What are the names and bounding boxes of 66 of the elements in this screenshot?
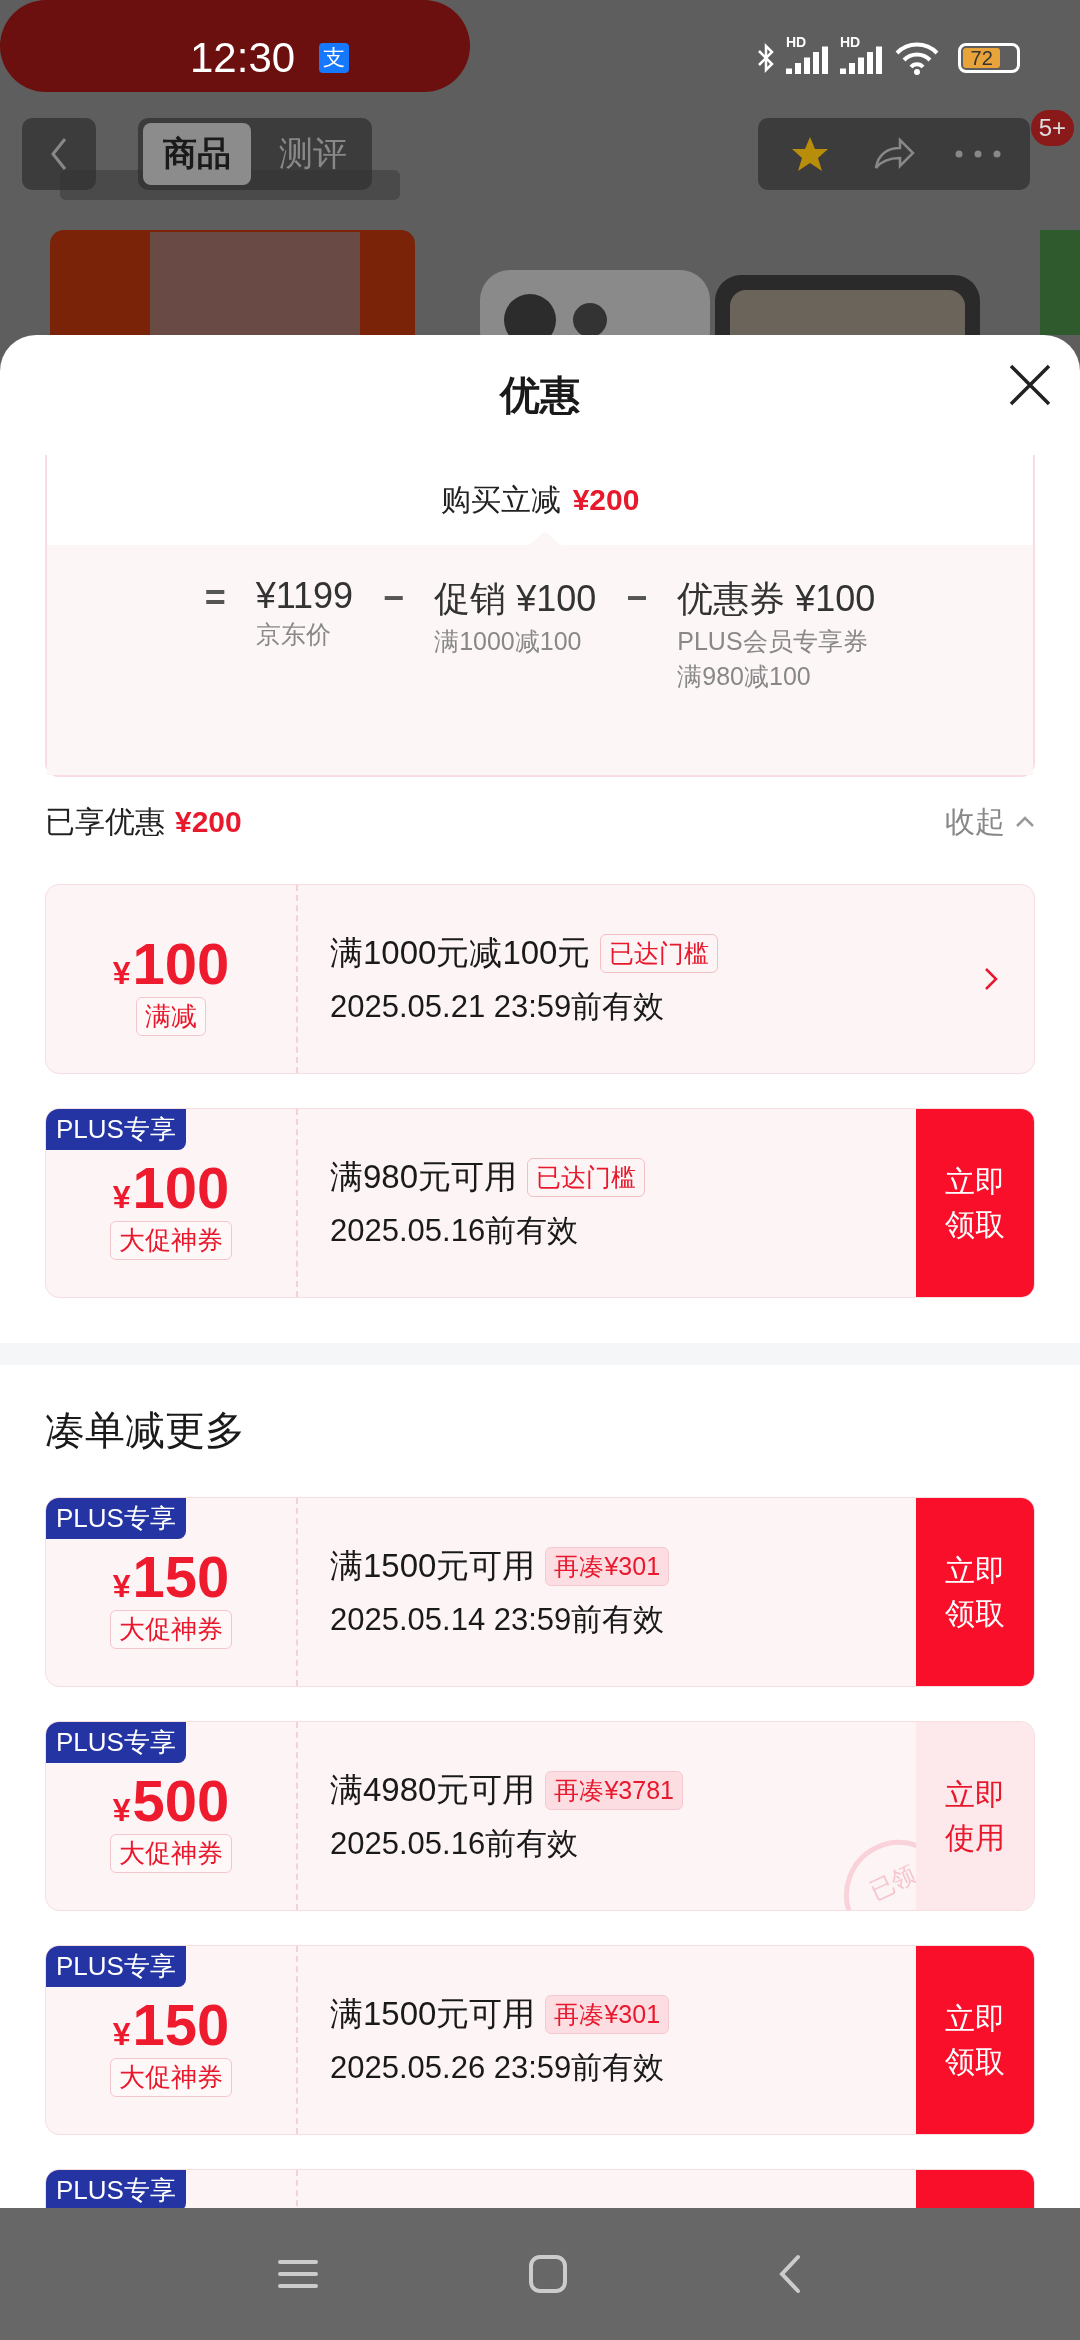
claim-button[interactable]: 立即领取 [916, 1498, 1034, 1686]
claim-button[interactable]: 立即领取 [916, 1109, 1034, 1297]
plus-tag: PLUS专享 [46, 1722, 186, 1763]
claim-button[interactable]: 立即领取 [916, 1946, 1034, 2134]
coupon-amount: ¥100 [112, 934, 230, 993]
price-note: 满1000减100 [434, 626, 583, 657]
operator: = [204, 576, 226, 619]
coupon-validity: 2025.05.14 23:59前有效 [330, 1600, 666, 1639]
price-note: PLUS会员专享券 [677, 626, 869, 657]
coupon-type: 大促神券 [110, 1609, 232, 1649]
coupon-validity: 2025.05.21 23:59前有效 [330, 987, 666, 1026]
wifi-icon [894, 41, 940, 75]
coupon-amount: ¥150 [112, 1995, 230, 2054]
coupon-validity: 2025.05.26 23:59前有效 [330, 2048, 666, 2087]
enjoyed-amount: ¥200 [175, 805, 242, 839]
coupon-amount: ¥150 [112, 1547, 230, 1606]
price-value: ¥1199 [255, 575, 354, 617]
plus-tag: PLUS专享 [46, 1946, 186, 1987]
back-icon[interactable] [778, 2254, 802, 2294]
enjoyed-label: 已享优惠 [45, 803, 165, 840]
close-icon[interactable] [1008, 363, 1052, 407]
coupon-amount: ¥100 [112, 1158, 230, 1217]
chevron-icon [1015, 816, 1035, 828]
coupon-amount: ¥500 [112, 1771, 230, 1830]
coupon-condition: 满980元可用 [330, 1156, 518, 1197]
chevron-icon[interactable] [984, 967, 998, 991]
operator: − [626, 576, 648, 619]
summary-amount: ¥200 [572, 483, 640, 517]
price-note: 满980减100 [677, 661, 812, 692]
status-time: 12:30 [190, 34, 296, 82]
chevron-icon [49, 136, 69, 172]
coupon-validity: 2025.05.16前有效 [330, 1824, 580, 1863]
app-notification-icon: 支 [319, 43, 350, 73]
coupon-type: 大促神券 [110, 1833, 232, 1873]
operator: − [383, 576, 405, 619]
plus-tag: PLUS专享 [46, 1109, 186, 1150]
collapse-toggle[interactable]: 收起 [945, 801, 1035, 843]
back-button[interactable] [22, 118, 96, 190]
tab[interactable]: 商品 [143, 123, 251, 185]
coupon-condition: 满1500元可用 [330, 1993, 536, 2034]
use-button[interactable]: 立即使用 [916, 1722, 1034, 1910]
bluetooth-icon [756, 42, 776, 74]
coupon-status: 再凑¥301 [545, 1994, 670, 2034]
coupon-condition: 满4980元可用 [330, 1769, 536, 1810]
price-value: 优惠券 ¥100 [677, 577, 876, 621]
coupon-validity: 2025.05.16前有效 [330, 1211, 580, 1250]
coupon-status: 已达门槛 [527, 1157, 646, 1197]
coupon-condition: 满1500元可用 [330, 1545, 536, 1586]
coupon-condition: 满1000元减100元 [330, 932, 591, 973]
coupon-type: 大促神券 [110, 1220, 232, 1260]
menu-icon[interactable] [278, 2259, 318, 2289]
plus-tag: PLUS专享 [46, 2170, 186, 2208]
coupon-type: 大促神券 [110, 2057, 232, 2097]
coupon-status: 再凑¥301 [545, 1546, 670, 1586]
tab[interactable]: 测评 [259, 123, 367, 185]
battery-icon: 72 [958, 43, 1020, 73]
price-note: 京东价 [255, 619, 332, 650]
summary-label: 购买立减 [440, 481, 561, 518]
price-value: 促销 ¥100 [434, 577, 597, 621]
coupon-type: 满减 [136, 996, 206, 1036]
plus-tag: PLUS专享 [46, 1498, 186, 1539]
home-icon[interactable] [528, 2254, 568, 2294]
coupon-status: 已达门槛 [600, 933, 719, 973]
sheet-title: 优惠 [500, 371, 580, 419]
section-title: 凑单减更多 [44, 1407, 246, 1454]
coupon-status: 再凑¥3781 [545, 1770, 683, 1810]
